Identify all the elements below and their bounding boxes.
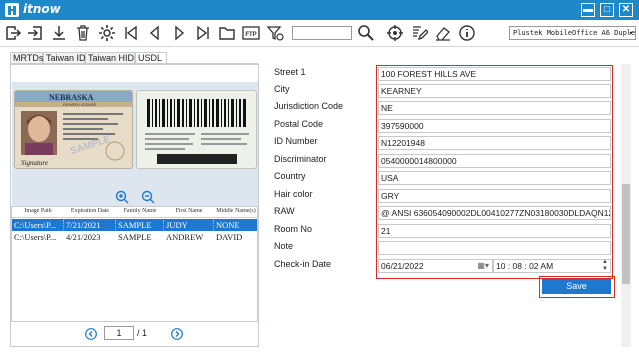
prev-icon[interactable] — [146, 24, 164, 42]
table-row[interactable]: C:\Users\P... 7/21/2021 SAMPLE JUDY NONE — [12, 219, 257, 231]
table-cell: C:\Users\P... — [14, 232, 57, 242]
field-label: Street 1 — [274, 67, 306, 77]
table-cell: 7/21/2021 — [66, 220, 116, 230]
license-front-image: NEBRASKA DRIVER LICENSE SAMPLE Signature — [14, 90, 133, 169]
table-row[interactable]: C:\Users\P... 4/21/2023 SAMPLE ANDREW DA… — [12, 231, 257, 243]
zoom-in-icon[interactable] — [115, 190, 129, 204]
filter-icon[interactable] — [266, 24, 284, 42]
checkin-date-value: 06/21/2022 — [381, 261, 424, 271]
ftp-icon[interactable]: FTP — [242, 24, 260, 42]
scroll-thumb[interactable] — [622, 184, 630, 284]
table-cell: SAMPLE — [118, 220, 164, 230]
scanner-select-value: Plustek MobileOffice A6 Duplex S — [513, 29, 636, 37]
next-page-icon[interactable] — [171, 328, 183, 340]
note-field[interactable] — [378, 241, 611, 255]
save-button[interactable]: Save — [542, 279, 611, 294]
ftp-label: FTP — [245, 32, 256, 38]
records-table: Image Path Expiration Date Family Name F… — [11, 206, 258, 322]
table-cell: NONE — [216, 220, 240, 230]
checkin-date-picker[interactable]: 06/21/2022 ▦▾ — [378, 259, 493, 273]
discriminator-field[interactable]: 0540000014800000 — [378, 154, 611, 168]
detail-form: Street 1 100 FOREST HILLS AVE City KEARN… — [262, 64, 634, 347]
login-icon[interactable] — [26, 24, 44, 42]
trash-icon[interactable] — [74, 24, 92, 42]
calendar-icon[interactable]: ▦▾ — [477, 260, 489, 272]
field-label: ID Number — [274, 136, 318, 146]
street-field[interactable]: 100 FOREST HILLS AVE — [378, 67, 611, 81]
app-logo-icon — [5, 3, 19, 17]
jurisdiction-field[interactable]: NE — [378, 101, 611, 115]
license-header-sub: DRIVER LICENSE — [63, 102, 97, 107]
table-cell: ANDREW — [166, 232, 204, 242]
field-label: Room No — [274, 224, 313, 234]
info-icon[interactable] — [458, 24, 476, 42]
chevron-down-icon: ▾ — [628, 29, 633, 37]
target-icon[interactable] — [386, 24, 404, 42]
license-signature: Signature — [21, 159, 48, 167]
table-cell: JUDY — [166, 220, 214, 230]
search-icon[interactable] — [357, 24, 375, 42]
toolbar: FTP Plustek MobileOffice A6 Duplex S ▾ — [0, 20, 639, 47]
id-number-field[interactable]: N12201948 — [378, 136, 611, 150]
checkin-time-picker[interactable]: 10 : 08 : 02 AM ▲ ▼ — [493, 259, 611, 273]
table-header: Image Path Expiration Date Family Name F… — [12, 207, 257, 218]
scrollbar[interactable] — [621, 64, 631, 347]
license-preview: NEBRASKA DRIVER LICENSE SAMPLE Signature — [12, 82, 258, 207]
checkin-label: Check-in Date — [274, 259, 332, 269]
search-input[interactable] — [292, 26, 352, 40]
maximize-button[interactable]: □ — [600, 3, 614, 17]
scanner-select[interactable]: Plustek MobileOffice A6 Duplex S ▾ — [509, 26, 636, 40]
license-back-image — [136, 90, 257, 169]
skip-back-icon[interactable] — [122, 24, 140, 42]
page-number-input[interactable]: 1 — [104, 326, 134, 340]
pager: 1 / 1 — [80, 326, 200, 342]
close-button[interactable]: ✕ — [619, 3, 633, 17]
raw-field[interactable]: @ ANSI 636054090002DL00410277ZN03180030D… — [378, 206, 611, 220]
column-header[interactable]: Image Path — [12, 208, 64, 214]
page-total: / 1 — [137, 328, 148, 338]
next-icon[interactable] — [170, 24, 188, 42]
save-highlight-box: Save — [539, 276, 615, 298]
table-cell: 4/21/2023 — [66, 232, 101, 242]
field-label: Note — [274, 241, 294, 251]
app-window: itnow ▬ □ ✕ FTP Plustek MobileOffice A6 … — [0, 0, 639, 358]
gear-icon[interactable] — [98, 24, 116, 42]
folder-icon[interactable] — [218, 24, 236, 42]
edit-icon[interactable] — [410, 24, 429, 42]
table-cell: DAVID — [216, 232, 243, 242]
field-label: Hair color — [274, 189, 313, 199]
column-header[interactable]: First Name — [164, 208, 214, 214]
field-label: Postal Code — [274, 119, 324, 129]
license-watermark: SAMPLE — [69, 134, 112, 157]
field-label: Country — [274, 171, 306, 181]
checkin-time-value: 10 : 08 : 02 AM — [496, 261, 554, 271]
prev-page-icon[interactable] — [85, 328, 97, 340]
room-no-field[interactable]: 21 — [378, 224, 611, 238]
city-field[interactable]: KEARNEY — [378, 84, 611, 98]
field-label: RAW — [274, 206, 295, 216]
field-label: Discriminator — [274, 154, 327, 164]
column-header[interactable]: Expiration Date — [64, 208, 116, 214]
table-cell: C:\Users\P... — [14, 220, 64, 230]
eraser-icon[interactable] — [434, 24, 452, 42]
zoom-out-icon[interactable] — [141, 190, 155, 204]
country-field[interactable]: USA — [378, 171, 611, 185]
field-label: Jurisdiction Code — [274, 101, 344, 111]
column-header[interactable]: Middle Name(s) — [214, 208, 258, 214]
download-icon[interactable] — [50, 24, 68, 42]
skip-forward-icon[interactable] — [194, 24, 212, 42]
table-cell: SAMPLE — [118, 232, 152, 242]
export-icon[interactable] — [4, 24, 22, 42]
title-bar: itnow ▬ □ ✕ — [0, 0, 639, 20]
time-spinner-icon[interactable]: ▲ ▼ — [602, 259, 608, 273]
minimize-button[interactable]: ▬ — [581, 3, 595, 17]
license-state: NEBRASKA — [49, 93, 94, 102]
field-label: City — [274, 84, 290, 94]
hair-color-field[interactable]: GRY — [378, 189, 611, 203]
column-header[interactable]: Family Name — [116, 208, 164, 214]
app-name: itnow — [23, 2, 61, 16]
postal-code-field[interactable]: 397590000 — [378, 119, 611, 133]
